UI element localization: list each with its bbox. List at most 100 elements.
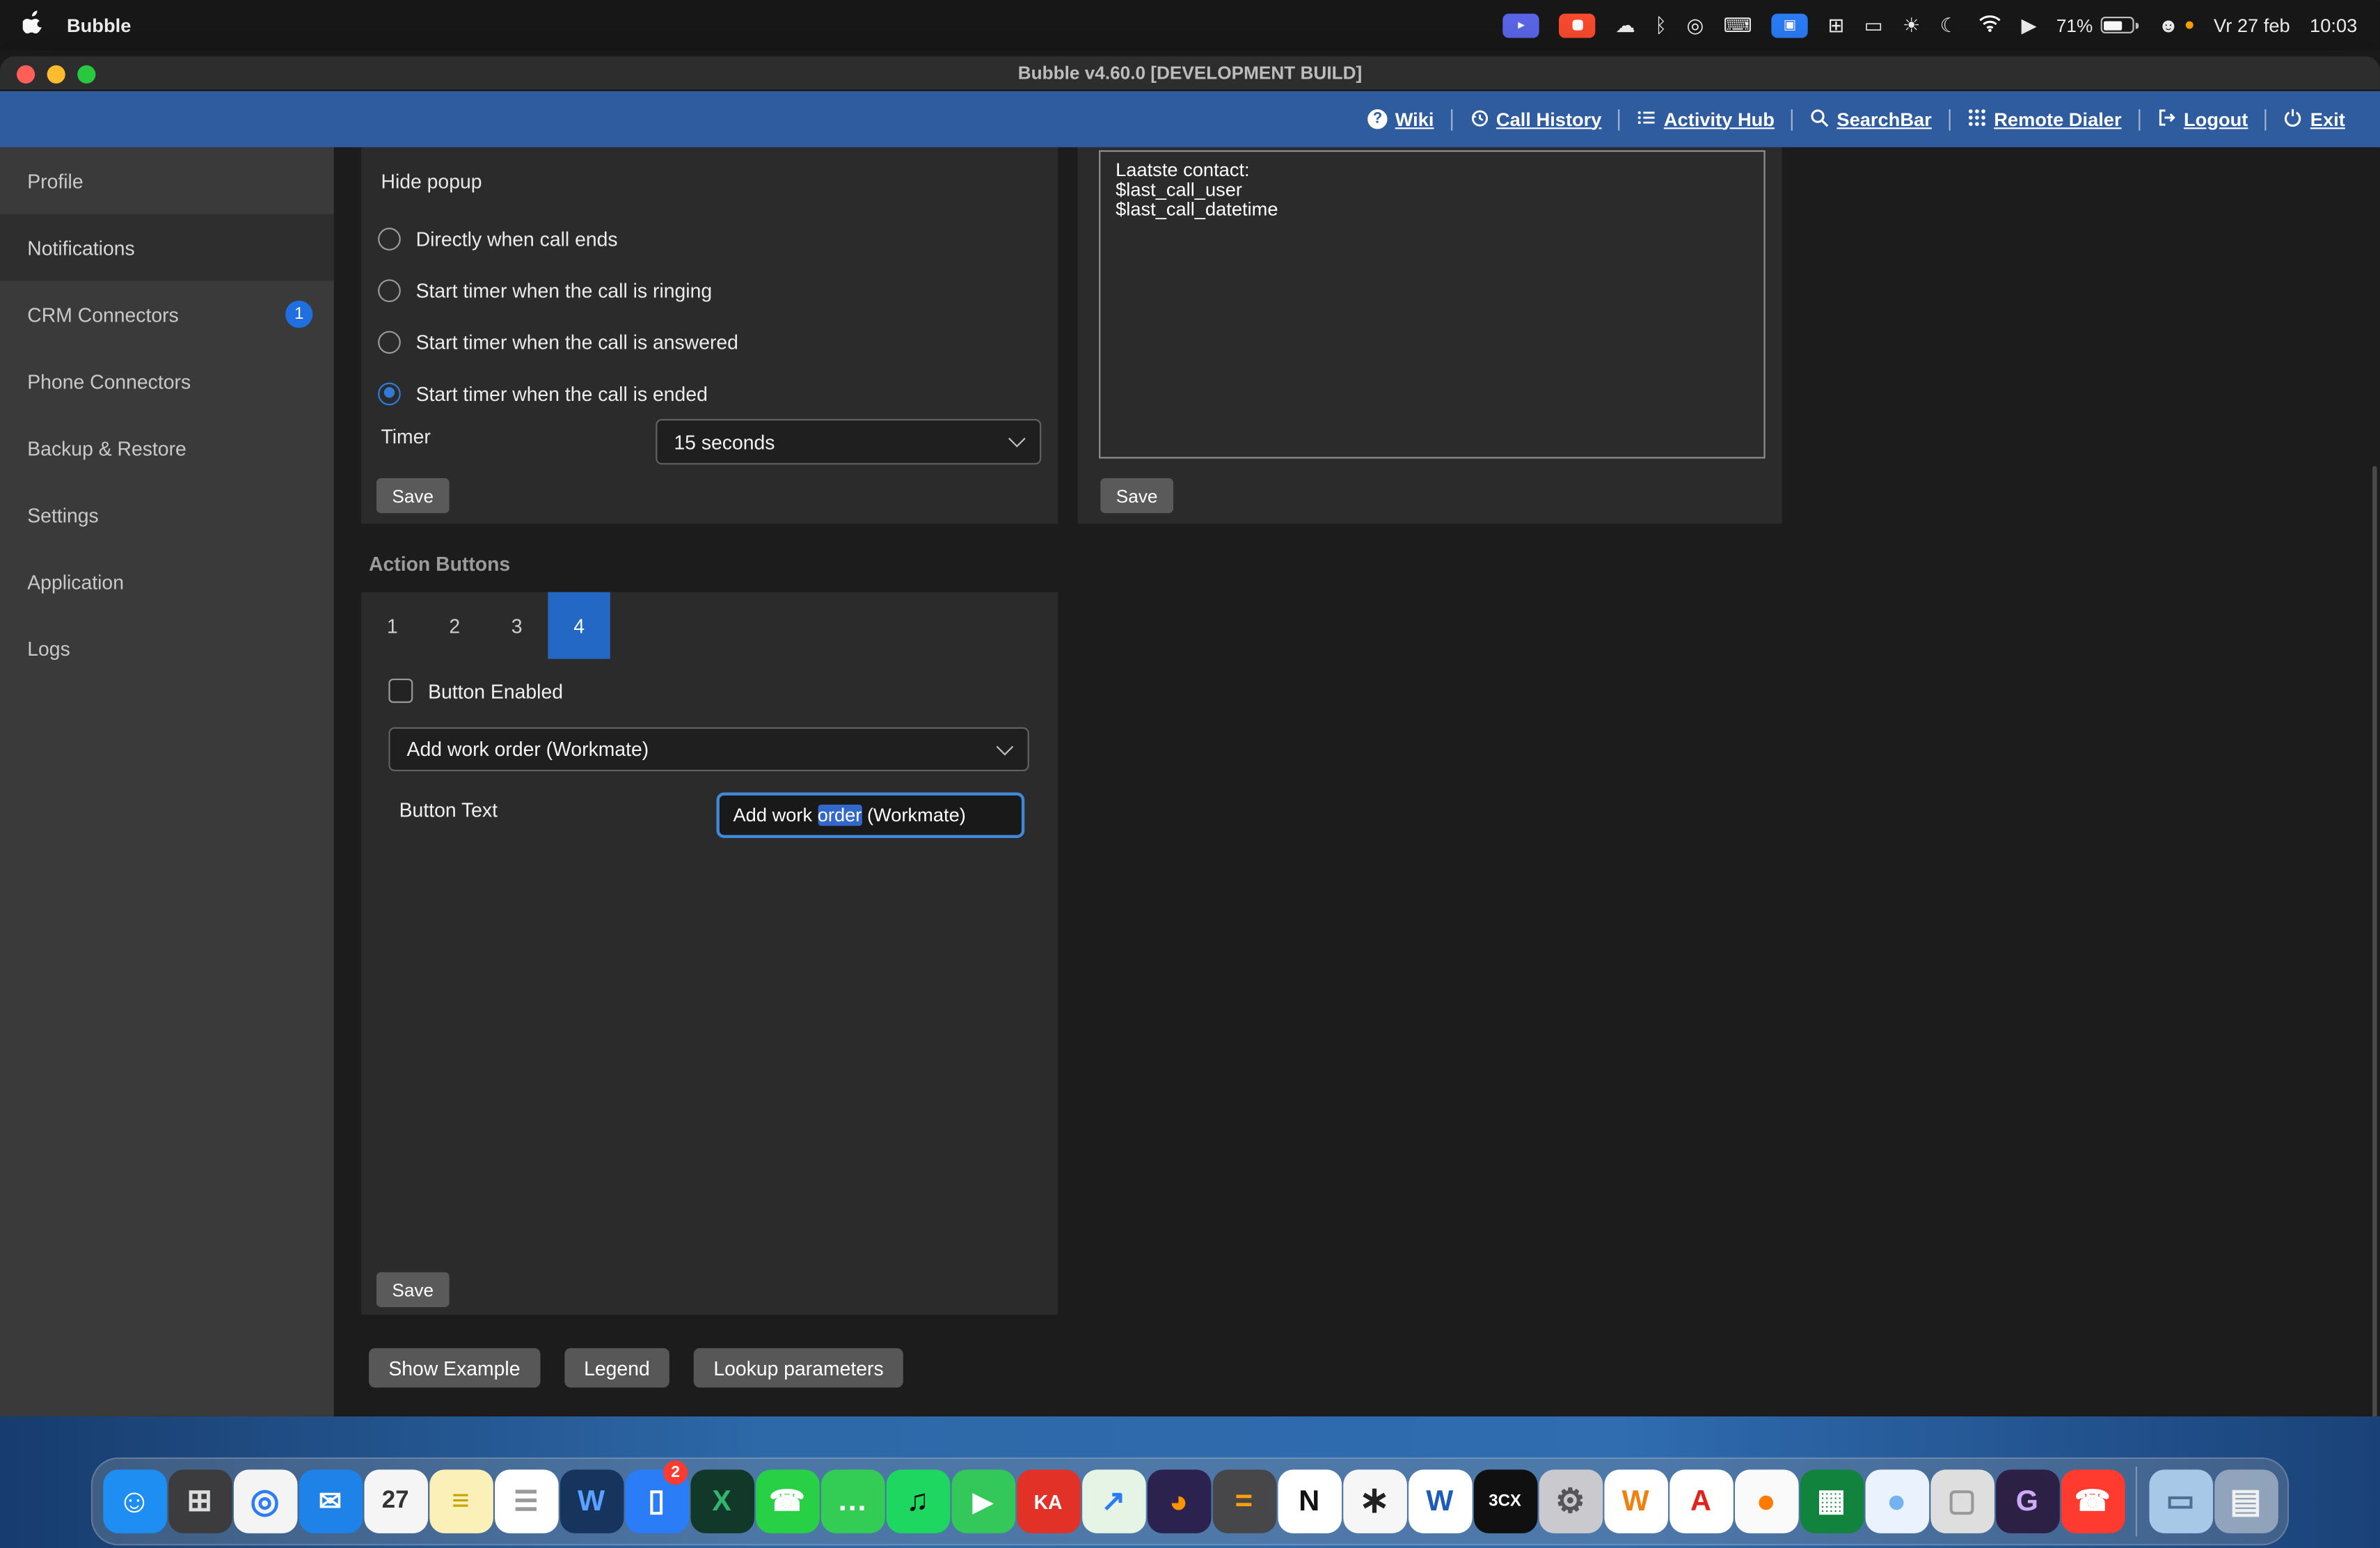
show-example-button[interactable]: Show Example: [369, 1348, 540, 1388]
apple-menu-icon[interactable]: [23, 10, 42, 40]
window-titlebar[interactable]: Bubble v4.60.0 [DEVELOPMENT BUILD]: [0, 56, 2380, 91]
timer-select[interactable]: 15 seconds: [656, 419, 1041, 464]
lookup-parameters-button[interactable]: Lookup parameters: [694, 1348, 903, 1388]
nav-call-history[interactable]: Call History: [1469, 107, 1602, 132]
button-text-input[interactable]: Add work order (Workmate): [716, 793, 1024, 838]
action-type-select[interactable]: Add work order (Workmate): [388, 727, 1029, 771]
menu-bar-time[interactable]: 10:03: [2310, 15, 2357, 36]
trash-dock-icon[interactable]: ▤: [2213, 1458, 2278, 1546]
zoom-window-button[interactable]: [77, 65, 95, 83]
nav-activity-hub[interactable]: Activity Hub: [1637, 107, 1775, 132]
action-tab-1[interactable]: 1: [361, 592, 423, 659]
contact-save-button[interactable]: Save: [1100, 478, 1173, 513]
calculator-dock-icon[interactable]: =: [1212, 1458, 1277, 1546]
action-tab-2[interactable]: 2: [424, 592, 486, 659]
mail-dock-icon[interactable]: ✉: [297, 1458, 363, 1546]
wifi-icon[interactable]: [1977, 14, 2001, 37]
threecx-dock-icon[interactable]: 3CX: [1473, 1458, 1538, 1546]
window-tiles-icon[interactable]: ⊞: [1828, 15, 1845, 35]
legend-button[interactable]: Legend: [564, 1348, 669, 1388]
green-grid-app-dock-icon[interactable]: ▦: [1799, 1458, 1864, 1546]
user-switch-icon[interactable]: ☻: [2158, 15, 2179, 35]
firefox-dock-icon[interactable]: ◕: [1146, 1458, 1212, 1546]
scrollbar[interactable]: [2372, 466, 2377, 1416]
option-directly-when-call-ends[interactable]: Directly when call ends: [378, 212, 738, 264]
phone-dock-icon[interactable]: ☎: [2060, 1458, 2125, 1546]
blue-sphere-app-dock-icon[interactable]: ●: [1864, 1458, 1929, 1546]
dock-icon-tile: N: [1277, 1469, 1341, 1533]
nav-exit[interactable]: Exit: [2283, 107, 2345, 132]
word-dark-dock-icon[interactable]: W: [559, 1458, 624, 1546]
option-start-timer-call-answered[interactable]: Start timer when the call is answered: [378, 316, 738, 368]
spotify-dock-icon[interactable]: ♫: [885, 1458, 951, 1546]
system-settings-dock-icon[interactable]: ⚙: [1537, 1458, 1603, 1546]
keyboard-icon[interactable]: ⌨: [1724, 15, 1752, 35]
word-dock-icon[interactable]: W: [1407, 1458, 1473, 1546]
popup-save-button[interactable]: Save: [376, 478, 450, 513]
facetime-dock-icon[interactable]: ▶: [950, 1458, 1015, 1546]
battery-indicator[interactable]: 71%: [2056, 15, 2139, 36]
bluetooth-icon[interactable]: ᛒ: [1655, 15, 1667, 35]
play-icon[interactable]: ▶: [2022, 15, 2037, 35]
sidebar-item-profile[interactable]: Profile: [0, 148, 334, 214]
nav-wiki[interactable]: ? Wiki: [1367, 109, 1434, 130]
maps-dock-icon[interactable]: ↗: [1081, 1458, 1146, 1546]
active-app-name[interactable]: Bubble: [67, 15, 131, 36]
orange-circle-app-dock-icon[interactable]: ●: [1734, 1458, 1799, 1546]
screen-mirroring-icon[interactable]: ▸: [1503, 13, 1539, 38]
dock-icon-glyph: N: [1299, 1487, 1319, 1515]
brightness-icon[interactable]: ☀: [1903, 15, 1920, 35]
radio-icon: [378, 330, 401, 353]
close-window-button[interactable]: [17, 65, 35, 83]
launchpad-dock-icon[interactable]: ⊞: [167, 1458, 232, 1546]
klikaan-klikuit-dock-icon[interactable]: KA: [1015, 1458, 1081, 1546]
button-enabled-row[interactable]: Button Enabled: [388, 679, 563, 703]
finder-dock-icon[interactable]: ☺: [102, 1458, 167, 1546]
nav-exit-label: Exit: [2310, 109, 2345, 130]
sidebar-item-crm-connectors[interactable]: CRM Connectors 1: [0, 281, 334, 348]
iphone-mirroring-dock-icon[interactable]: ▯ 2: [624, 1458, 689, 1546]
action-buttons-save-button[interactable]: Save: [376, 1272, 450, 1307]
acrobat-dock-icon[interactable]: A: [1668, 1458, 1734, 1546]
sidebar-item-settings[interactable]: Settings: [0, 481, 334, 548]
reminders-dock-icon[interactable]: ☰: [493, 1458, 559, 1546]
sidebar-item-phone-connectors[interactable]: Phone Connectors: [0, 347, 334, 414]
sidebar-item-backup-restore[interactable]: Backup & Restore: [0, 414, 334, 481]
nav-searchbar[interactable]: SearchBar: [1809, 107, 1932, 132]
nav-logout[interactable]: Logout: [2157, 107, 2248, 132]
minimized-window-dock-icon[interactable]: ▭: [2148, 1458, 2213, 1546]
sidebar-item-application[interactable]: Application: [0, 548, 334, 615]
workmate-dock-icon[interactable]: W: [1603, 1458, 1668, 1546]
traffic-lights: [17, 65, 95, 83]
sidebar-item-logs[interactable]: Logs: [0, 615, 334, 681]
gitkraken-dock-icon[interactable]: G: [1994, 1458, 2060, 1546]
messages-dock-icon[interactable]: …: [820, 1458, 885, 1546]
excel-dock-icon[interactable]: X: [689, 1458, 754, 1546]
screen-share-icon[interactable]: ▣: [1772, 13, 1808, 38]
display-icon[interactable]: ▭: [1864, 15, 1883, 35]
minimize-window-button[interactable]: [47, 65, 65, 83]
notes-dock-icon[interactable]: ≡: [428, 1458, 493, 1546]
whatsapp-dock-icon[interactable]: ☎: [754, 1458, 820, 1546]
button-enabled-checkbox[interactable]: [388, 679, 413, 703]
dock-icon-glyph: ☰: [514, 1487, 538, 1515]
action-tab-3[interactable]: 3: [486, 592, 548, 659]
gray-app-dock-icon[interactable]: ▢: [1929, 1458, 1994, 1546]
focus-moon-icon[interactable]: ☾: [1940, 15, 1958, 35]
disc-icon[interactable]: ◎: [1686, 15, 1704, 35]
chatgpt-dock-icon[interactable]: ∗: [1342, 1458, 1407, 1546]
dock-icon-glyph: A: [1690, 1487, 1711, 1515]
contact-template-textarea[interactable]: Laatste contact: $last_call_user $last_c…: [1099, 150, 1766, 459]
action-tab-4[interactable]: 4: [548, 592, 610, 659]
calendar-dock-icon[interactable]: 27: [363, 1458, 428, 1546]
recording-icon[interactable]: [1560, 13, 1596, 38]
cloud-sync-icon[interactable]: ☁: [1615, 15, 1635, 35]
option-start-timer-call-ended[interactable]: Start timer when the call is ended: [378, 368, 738, 419]
notion-dock-icon[interactable]: N: [1276, 1458, 1342, 1546]
nav-remote-dialer[interactable]: Remote Dialer: [1967, 107, 2122, 132]
safari-dock-icon[interactable]: ◎: [232, 1458, 298, 1546]
nav-separator: [1791, 109, 1793, 130]
option-start-timer-call-ringing[interactable]: Start timer when the call is ringing: [378, 264, 738, 316]
menu-bar-date[interactable]: Vr 27 feb: [2214, 15, 2290, 36]
sidebar-item-notifications[interactable]: Notifications: [0, 214, 334, 281]
